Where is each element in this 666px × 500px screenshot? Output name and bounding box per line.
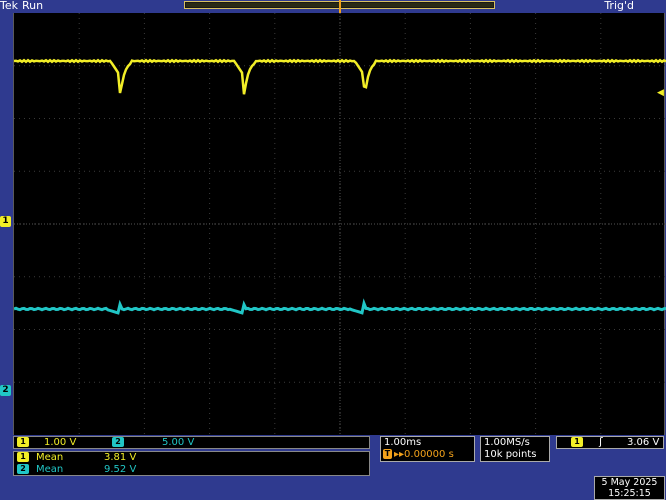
record-length: 10k points	[484, 449, 537, 460]
meas2-label: Mean	[36, 464, 64, 475]
trigger-t-icon: T	[383, 449, 392, 459]
sample-rate-panel[interactable]: 1.00MS/s 10k points	[480, 436, 550, 462]
meas1-value: 3.81 V	[104, 452, 137, 463]
trigger-level: 3.06 V	[627, 437, 660, 448]
rising-edge-icon: ʃ	[599, 435, 603, 448]
time: 15:25:15	[608, 488, 651, 499]
graticule	[14, 13, 666, 435]
datetime-panel: 5 May 2025 15:25:15	[594, 476, 665, 500]
meas1-badge: 1	[17, 452, 29, 462]
trigger-panel[interactable]: 1 ʃ 3.06 V	[556, 436, 664, 449]
date: 5 May 2025	[601, 477, 658, 488]
ch1-badge: 1	[17, 437, 29, 447]
sample-rate: 1.00MS/s	[484, 437, 530, 448]
meas2-badge: 2	[17, 464, 29, 474]
ch1-ground-marker[interactable]: 1	[0, 216, 11, 227]
ch2-ground-marker[interactable]: 2	[0, 385, 11, 396]
trigger-level-arrow-icon[interactable]: ◀	[657, 88, 664, 98]
trigger-status: Trig'd	[604, 0, 634, 12]
trigger-position-value: ▸▸0.00000 s	[394, 449, 454, 460]
brand-label: Tek	[0, 0, 18, 12]
timebase-panel[interactable]: 1.00ms T ▸▸0.00000 s	[380, 436, 475, 462]
meas2-value: 9.52 V	[104, 464, 137, 475]
status-bar: Tek Run Trig'd	[0, 0, 666, 13]
channel-scale-panel[interactable]: 1 1.00 V 2 5.00 V	[13, 436, 370, 449]
trigger-position-line	[339, 0, 341, 13]
ch2-badge: 2	[112, 437, 124, 447]
meas1-label: Mean	[36, 452, 64, 463]
run-state: Run	[22, 0, 44, 12]
measurement-panel[interactable]: 1 Mean 3.81 V 2 Mean 9.52 V	[13, 451, 370, 476]
ch2-scale: 5.00 V	[162, 437, 195, 448]
ch1-scale: 1.00 V	[44, 437, 77, 448]
waveform-display[interactable]	[13, 13, 666, 435]
timebase-value: 1.00ms	[384, 437, 422, 448]
trigger-source-badge: 1	[571, 437, 583, 447]
